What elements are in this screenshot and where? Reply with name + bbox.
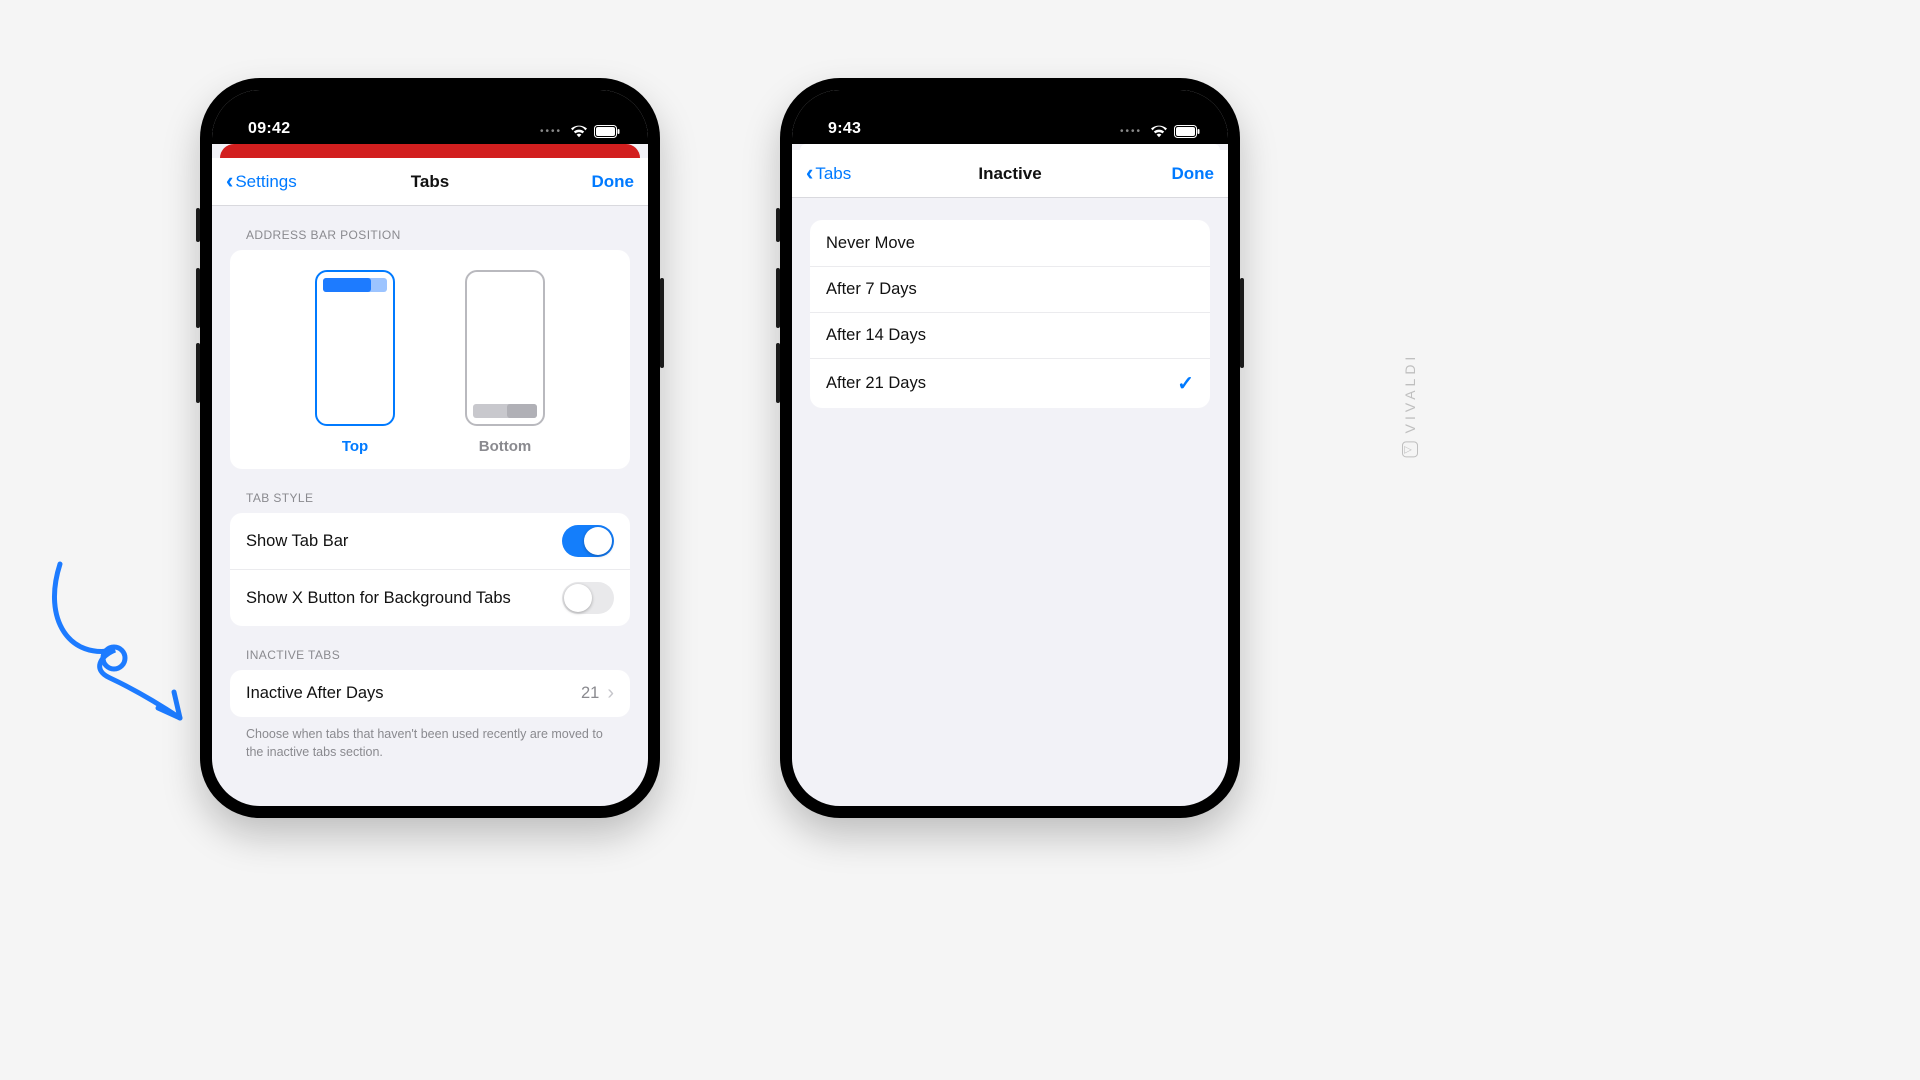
nav-bar: ‹ Tabs Inactive Done — [792, 150, 1228, 198]
row-label: Show X Button for Background Tabs — [246, 589, 562, 608]
vivaldi-logo-icon: ▷ — [1402, 441, 1418, 457]
page-title: Inactive — [792, 164, 1228, 184]
address-preview-top-icon — [315, 270, 395, 426]
status-time: 9:43 — [828, 120, 861, 138]
inactive-option-label: Never Move — [826, 234, 1194, 253]
address-option-top[interactable]: Top — [315, 270, 395, 455]
address-option-top-label: Top — [342, 438, 368, 455]
brand-watermark: ▷ VIVALDI — [1402, 353, 1418, 458]
inactive-option-label: After 14 Days — [826, 326, 1194, 345]
inactive-option-row[interactable]: Never Move — [810, 220, 1210, 266]
row-label: Inactive After Days — [246, 684, 581, 703]
address-option-bottom[interactable]: Bottom — [465, 270, 545, 455]
brand-name: VIVALDI — [1402, 353, 1418, 434]
inactive-option-row[interactable]: After 14 Days — [810, 312, 1210, 358]
tabstyle-card: Show Tab Bar Show X Button for Backgroun… — [230, 513, 630, 626]
inactive-option-row[interactable]: After 7 Days — [810, 266, 1210, 312]
checkmark-icon: ✓ — [1177, 371, 1194, 396]
row-inactive-after-days[interactable]: Inactive After Days 21 › — [230, 670, 630, 717]
nav-bar: ‹ Settings Tabs Done — [212, 158, 648, 206]
row-detail-value: 21 — [581, 684, 599, 703]
done-button[interactable]: Done — [592, 172, 635, 192]
wifi-icon — [1150, 125, 1168, 138]
chevron-left-icon: ‹ — [226, 170, 233, 192]
back-button[interactable]: ‹ Settings — [226, 172, 297, 192]
address-option-bottom-label: Bottom — [479, 438, 532, 455]
battery-icon — [1174, 125, 1200, 138]
pointer-arrow-icon — [40, 560, 200, 730]
status-time: 09:42 — [248, 120, 290, 138]
chevron-left-icon: ‹ — [806, 162, 813, 184]
inactive-option-label: After 21 Days — [826, 374, 1177, 393]
back-label: Tabs — [815, 164, 851, 184]
wifi-icon — [570, 125, 588, 138]
cellular-icon: •••• — [1120, 126, 1142, 137]
phone-tabs-settings: 09:42 •••• ‹ Settings Tabs Done ADDRESS … — [200, 78, 660, 818]
section-header-address: ADDRESS BAR POSITION — [212, 206, 648, 250]
battery-icon — [594, 125, 620, 138]
inactive-option-label: After 7 Days — [826, 280, 1194, 299]
toggle-show-x-button[interactable] — [562, 582, 614, 614]
address-preview-bottom-icon — [465, 270, 545, 426]
address-position-card: Top Bottom — [230, 250, 630, 469]
row-show-tab-bar: Show Tab Bar — [230, 513, 630, 569]
inactive-card: Inactive After Days 21 › — [230, 670, 630, 717]
inactive-options-list: Never Move After 7 Days After 14 Days After… — [810, 220, 1210, 408]
cellular-icon: •••• — [540, 126, 562, 137]
phone-inactive-settings: 9:43 •••• ‹ Tabs Inactive Done — [780, 78, 1240, 818]
toggle-show-tab-bar[interactable] — [562, 525, 614, 557]
section-footer-inactive: Choose when tabs that haven't been used … — [212, 717, 648, 761]
back-button[interactable]: ‹ Tabs — [806, 164, 851, 184]
inactive-option-row[interactable]: After 21 Days✓ — [810, 358, 1210, 408]
section-header-inactive: INACTIVE TABS — [212, 626, 648, 670]
status-bar: 9:43 •••• — [792, 90, 1228, 144]
status-bar: 09:42 •••• — [212, 90, 648, 144]
section-header-tabstyle: TAB STYLE — [212, 469, 648, 513]
background-app-strip — [220, 144, 640, 158]
done-button[interactable]: Done — [1172, 164, 1215, 184]
back-label: Settings — [235, 172, 296, 192]
chevron-right-icon: › — [607, 682, 614, 705]
row-show-x-button: Show X Button for Background Tabs — [230, 569, 630, 626]
row-label: Show Tab Bar — [246, 532, 562, 551]
